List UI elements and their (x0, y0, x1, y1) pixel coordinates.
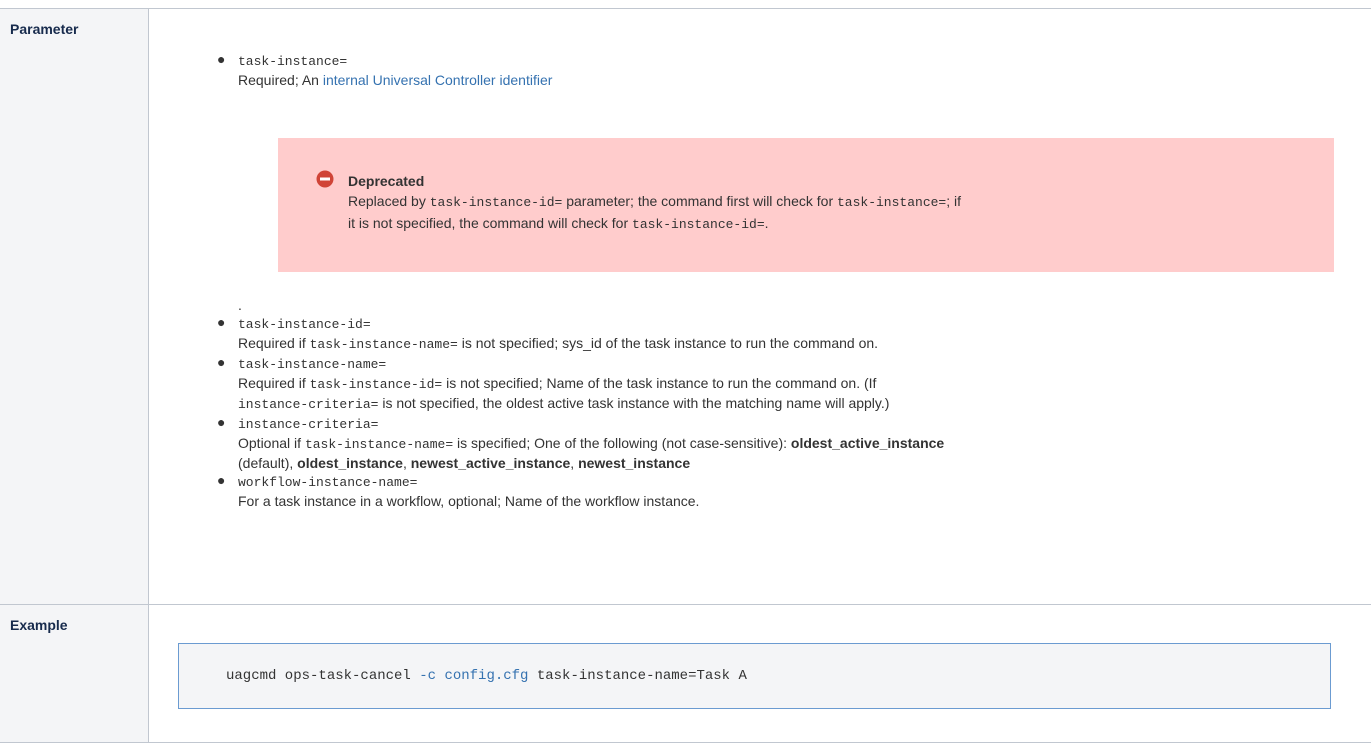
param-desc: For a task instance in a workflow, optio… (238, 493, 699, 509)
param-name: workflow-instance-name= (238, 475, 417, 490)
example-code-block: uagcmd ops-task-cancel -c config.cfg tas… (178, 643, 1331, 709)
list-item-instance-criteria: ● instance-criteria= Optional if task-in… (148, 414, 1358, 472)
bullet-icon: ● (217, 313, 225, 331)
list-item-task-instance: ● task-instance= Required; An internal U… (148, 51, 1348, 89)
parameter-header: Parameter (0, 9, 149, 605)
deprecated-title: Deprecated (348, 172, 424, 190)
param-desc: Required; An (238, 72, 323, 88)
list-item-task-instance-id: ● task-instance-id= Required if task-ins… (148, 314, 1358, 354)
example-header: Example (0, 605, 149, 743)
param-name: task-instance-name= (238, 357, 386, 372)
bullet-icon: ● (217, 50, 225, 68)
param-name: task-instance-id= (238, 317, 371, 332)
list-item-task-instance-name: ● task-instance-name= Required if task-i… (148, 354, 1358, 414)
example-command: uagcmd ops-task-cancel -c config.cfg tas… (226, 668, 747, 684)
bullet-icon: ● (217, 353, 225, 371)
deprecated-panel: Deprecated Replaced by task-instance-id=… (278, 138, 1334, 272)
bullet-icon: ● (217, 413, 225, 431)
deprecated-text: Replaced by task-instance-id= parameter;… (348, 191, 1318, 235)
identifier-link[interactable]: internal Universal Controller identifier (323, 72, 553, 88)
param-name: task-instance= (238, 54, 347, 69)
list-item-workflow-instance-name: ● workflow-instance-name= For a task ins… (148, 472, 1358, 510)
param-name: instance-criteria= (238, 417, 378, 432)
param-list-bottom: . ● task-instance-id= Required if task-i… (148, 296, 1358, 510)
stray-dot: . (148, 296, 1358, 314)
error-icon (316, 170, 334, 188)
param-list-top: ● task-instance= Required; An internal U… (148, 51, 1348, 89)
bullet-icon: ● (217, 471, 225, 489)
